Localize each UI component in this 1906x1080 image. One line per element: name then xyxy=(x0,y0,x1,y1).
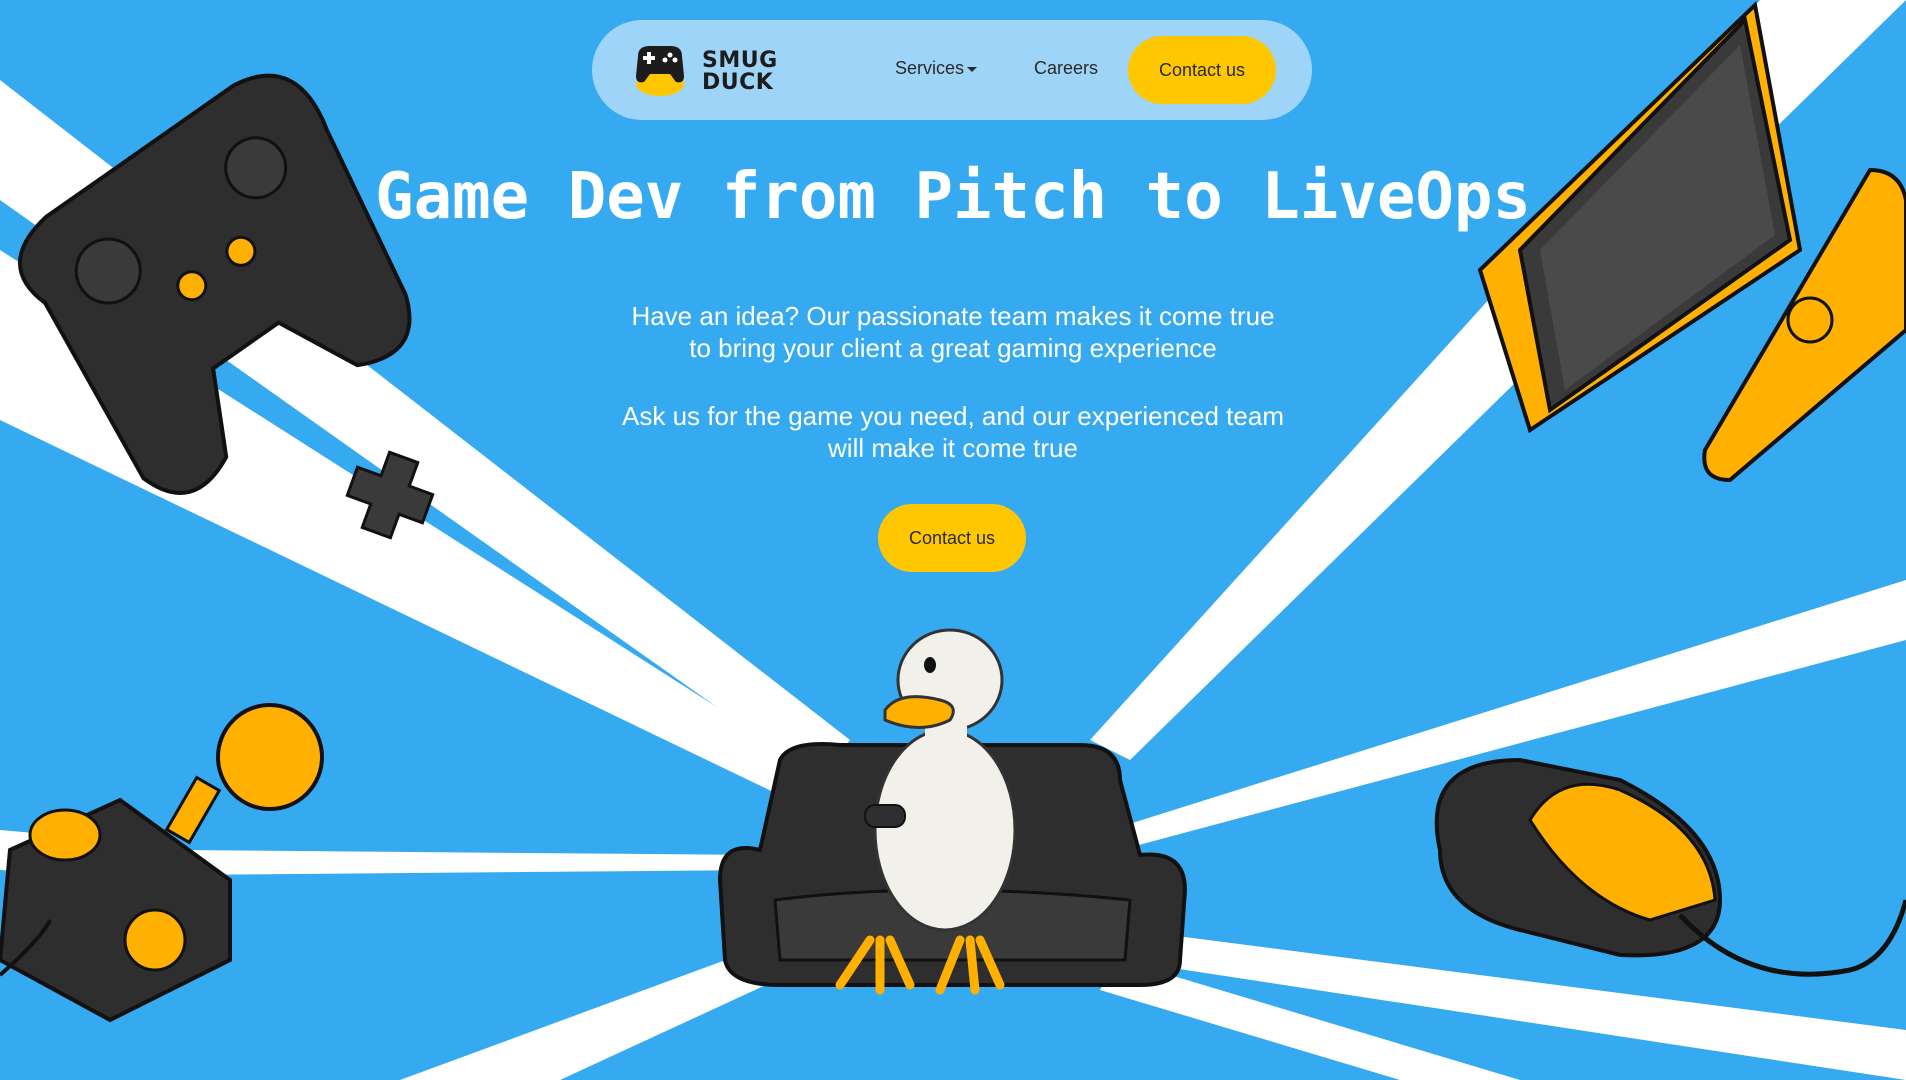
hero-paragraph-1-line-2: to bring your client a great gaming expe… xyxy=(689,333,1217,363)
chevron-down-icon xyxy=(967,66,978,72)
hero-paragraph-1: Have an idea? Our passionate team makes … xyxy=(553,300,1353,364)
brand-line-1: SMUG xyxy=(702,48,778,73)
navbar: SMUG DUCK Services Careers Contact us xyxy=(592,20,1312,120)
nav-services-label: Services xyxy=(895,58,965,78)
gamepad-logo-icon xyxy=(636,46,684,96)
hero-title: Game Dev from Pitch to LiveOps xyxy=(375,160,1531,234)
console-switch-icon xyxy=(1477,0,1906,483)
brand-line-2: DUCK xyxy=(702,70,774,95)
duck-mascot xyxy=(717,628,1188,995)
hero-contact-button[interactable]: Contact us xyxy=(878,504,1026,572)
brand-logo[interactable]: SMUG DUCK xyxy=(630,42,777,98)
nav-careers-link[interactable]: Careers xyxy=(1034,58,1098,79)
mouse-icon xyxy=(1434,757,1906,977)
brand-wordmark: SMUG DUCK xyxy=(702,50,778,94)
hero-paragraph-2-line-2: will make it come true xyxy=(828,433,1078,463)
hero-paragraph-2: Ask us for the game you need, and our ex… xyxy=(553,400,1353,464)
hero-paragraph-1-line-1: Have an idea? Our passionate team makes … xyxy=(631,301,1275,331)
nav-contact-button[interactable]: Contact us xyxy=(1128,36,1276,104)
hero-paragraph-2-line-1: Ask us for the game you need, and our ex… xyxy=(622,401,1284,431)
nav-services-dropdown[interactable]: Services xyxy=(895,58,978,79)
